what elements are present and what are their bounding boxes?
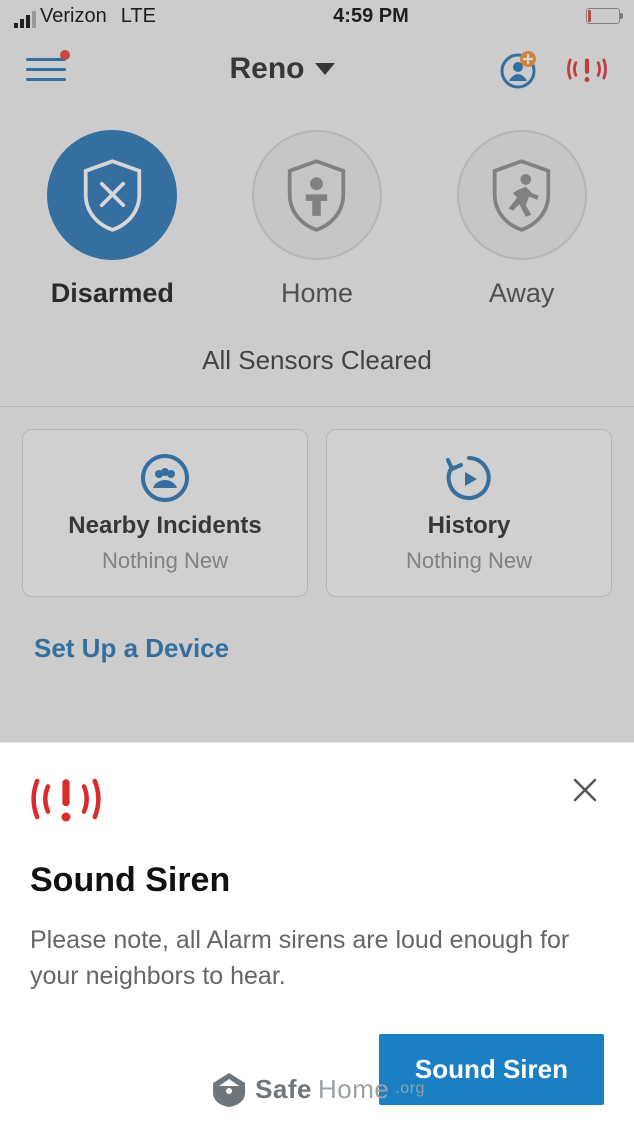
sound-siren-sheet: Sound Siren Please note, all Alarm siren… [0, 742, 634, 1125]
sheet-title: Sound Siren [30, 861, 604, 900]
notification-dot-icon [60, 50, 70, 60]
signal-bars-icon [14, 12, 36, 28]
carrier-label: Verizon [40, 5, 107, 28]
incidents-title: Nearby Incidents [68, 512, 261, 540]
mode-disarmed-label: Disarmed [51, 278, 174, 309]
history-title: History [428, 512, 511, 540]
close-button[interactable] [566, 773, 604, 815]
mode-home-label: Home [281, 278, 353, 309]
location-name: Reno [230, 52, 305, 86]
mode-away[interactable]: Away [457, 130, 587, 309]
arming-modes: Disarmed Home Away [0, 100, 634, 319]
sheet-body: Please note, all Alarm sirens are loud e… [30, 922, 604, 995]
shield-person-icon [252, 130, 382, 260]
status-bar: Verizon LTE 4:59 PM [0, 0, 634, 30]
people-circle-icon [139, 452, 191, 504]
status-left: Verizon LTE [14, 5, 156, 28]
nearby-incidents-card[interactable]: Nearby Incidents Nothing New [22, 429, 308, 597]
add-profile-button[interactable] [498, 49, 538, 89]
incidents-sub: Nothing New [102, 548, 228, 574]
sensors-status: All Sensors Cleared [0, 319, 634, 406]
app-header: Reno [0, 30, 634, 100]
network-label: LTE [121, 5, 156, 28]
history-sub: Nothing New [406, 548, 532, 574]
info-cards: Nearby Incidents Nothing New History Not… [0, 407, 634, 597]
location-selector[interactable]: Reno [230, 52, 335, 86]
siren-button[interactable] [566, 48, 608, 90]
menu-button[interactable] [26, 54, 66, 84]
siren-icon [30, 773, 102, 825]
history-card[interactable]: History Nothing New [326, 429, 612, 597]
shield-x-icon [47, 130, 177, 260]
mode-home[interactable]: Home [252, 130, 382, 309]
mode-away-label: Away [489, 278, 555, 309]
mode-disarmed[interactable]: Disarmed [47, 130, 177, 309]
clock: 4:59 PM [333, 5, 409, 28]
battery-icon [586, 8, 620, 24]
history-icon [443, 452, 495, 504]
shield-running-icon [457, 130, 587, 260]
chevron-down-icon [315, 63, 335, 75]
sound-siren-confirm-button[interactable]: Sound Siren [379, 1034, 604, 1105]
setup-device-link[interactable]: Set Up a Device [0, 597, 634, 700]
